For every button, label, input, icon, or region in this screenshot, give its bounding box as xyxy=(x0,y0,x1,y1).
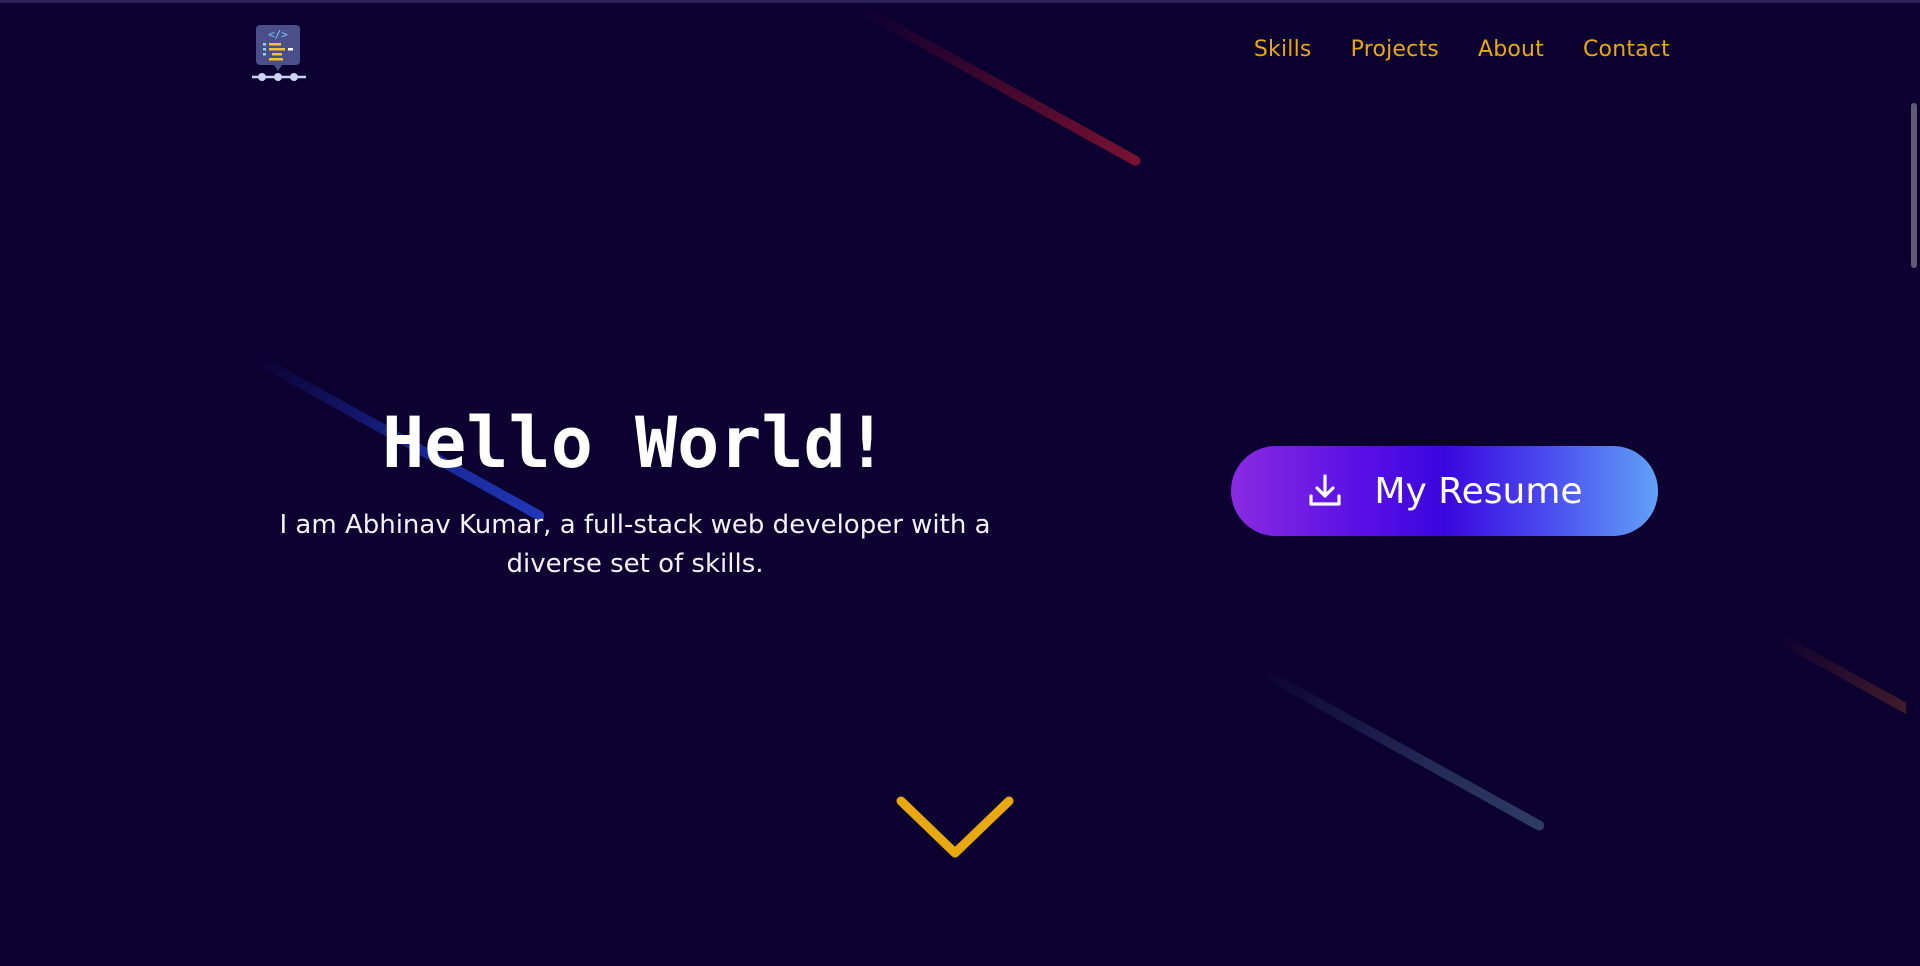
hero-intro: Hello World! I am Abhinav Kumar, a full-… xyxy=(250,398,1020,584)
nav-link-about[interactable]: About xyxy=(1478,37,1544,62)
decorative-streak-red xyxy=(857,3,1143,168)
chevron-down-icon[interactable] xyxy=(895,793,1015,863)
decorative-streak-brown xyxy=(1767,628,1920,735)
nav-link-contact[interactable]: Contact xyxy=(1583,37,1670,62)
portfolio-page: </> Skills Projects About Contact Hello … xyxy=(0,0,1920,966)
hero-title: Hello World! xyxy=(382,402,888,484)
code-monitor-logo-icon[interactable]: </> xyxy=(250,21,308,83)
svg-text:</>: </> xyxy=(268,28,288,41)
vertical-scrollbar[interactable] xyxy=(1906,3,1920,966)
decorative-streak-slate xyxy=(1252,663,1547,833)
nav-link-projects[interactable]: Projects xyxy=(1351,37,1439,62)
download-icon xyxy=(1309,474,1342,506)
nav-link-skills[interactable]: Skills xyxy=(1254,37,1312,62)
resume-button-label: My Resume xyxy=(1374,470,1583,512)
resume-download-button[interactable]: My Resume xyxy=(1231,446,1658,536)
hero-subtitle: I am Abhinav Kumar, a full-stack web dev… xyxy=(279,510,991,579)
main-nav: Skills Projects About Contact xyxy=(1254,37,1670,62)
scrollbar-thumb[interactable] xyxy=(1911,103,1917,268)
